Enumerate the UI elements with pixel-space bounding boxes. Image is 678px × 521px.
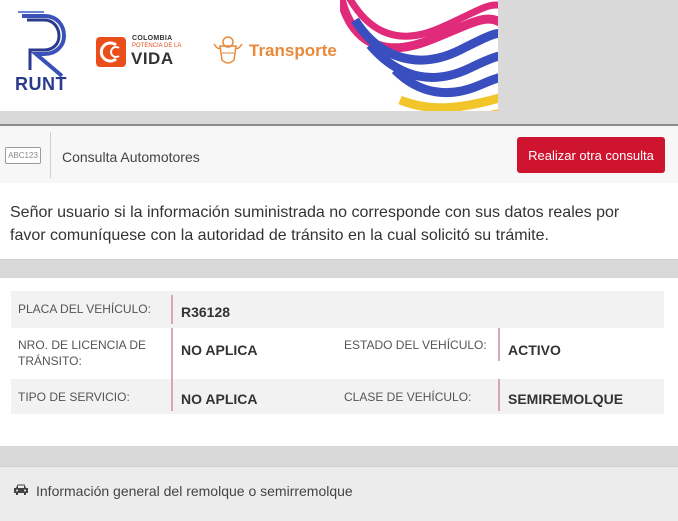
toolbar-divider	[50, 132, 51, 178]
clase-label: CLASE DE VEHÍCULO:	[344, 390, 472, 404]
transporte-logo-text: Transporte	[249, 41, 337, 60]
clase-value: SEMIREMOLQUE	[508, 391, 624, 407]
colombia-potencia-logo: COLOMBIA POTENCIA DE LA VIDA	[96, 35, 186, 69]
general-info-title: Información general del remolque o semir…	[36, 483, 353, 499]
detail-row-placa: PLACA DEL VEHÍCULO: R36128	[11, 291, 664, 328]
decorative-waves	[340, 0, 498, 111]
placa-label: PLACA DEL VEHÍCULO:	[18, 302, 151, 316]
license-plate-icon: ABC123	[5, 147, 41, 164]
field-separator	[498, 328, 500, 361]
estado-value: ACTIVO	[508, 342, 561, 358]
vehicle-details-panel: PLACA DEL VEHÍCULO: R36128 NRO. DE LICEN…	[0, 277, 678, 447]
licencia-value: NO APLICA	[181, 342, 258, 358]
colombia-mark-icon	[96, 37, 126, 67]
header-banner: RUNT COLOMBIA POTENCIA DE LA VIDA Transp…	[0, 0, 498, 111]
new-query-button[interactable]: Realizar otra consulta	[517, 137, 665, 173]
servicio-label: TIPO DE SERVICIO:	[18, 390, 130, 404]
coat-of-arms-icon	[213, 36, 243, 64]
field-separator	[171, 295, 173, 324]
licencia-label: NRO. DE LICENCIA DE TRÁNSITO:	[18, 338, 147, 368]
colombia-logo-line3: VIDA	[131, 49, 174, 68]
estado-label: ESTADO DEL VEHÍCULO:	[344, 338, 487, 352]
user-notice-panel: Señor usuario si la información suminist…	[0, 183, 678, 260]
consulta-toolbar: ABC123 Consulta Automotores Realizar otr…	[0, 124, 678, 184]
field-separator	[498, 379, 500, 411]
runt-consulta-page: RUNT COLOMBIA POTENCIA DE LA VIDA Transp…	[0, 0, 678, 521]
colombia-logo-line1: COLOMBIA	[132, 35, 173, 42]
notice-text: Señor usuario si la información suminist…	[10, 204, 620, 244]
general-info-section-header[interactable]: Información general del remolque o semir…	[0, 466, 678, 521]
servicio-value: NO APLICA	[181, 391, 258, 407]
detail-row-servicio-clase: TIPO DE SERVICIO: NO APLICA CLASE DE VEH…	[11, 379, 664, 414]
runt-logo-text: RUNT	[15, 74, 67, 94]
car-icon	[14, 484, 28, 495]
field-separator	[171, 379, 173, 411]
field-separator	[171, 328, 173, 379]
placa-value: R36128	[181, 304, 231, 320]
page-title: Consulta Automotores	[62, 149, 200, 165]
detail-row-licencia-estado: NRO. DE LICENCIA DE TRÁNSITO: NO APLICA …	[11, 328, 664, 379]
